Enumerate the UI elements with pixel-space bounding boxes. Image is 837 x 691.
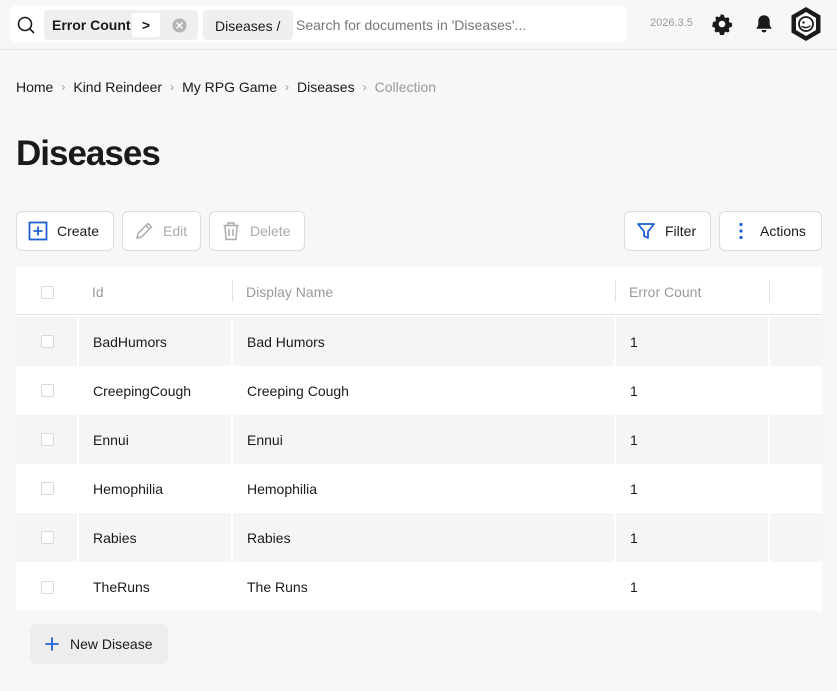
breadcrumb: Home › Kind Reindeer › My RPG Game › Dis… — [16, 78, 436, 96]
collection-chip-label: Diseases / — [215, 18, 281, 34]
cell-display-name: Hemophilia — [247, 481, 318, 497]
delete-button[interactable]: Delete — [209, 211, 305, 251]
filter-chip[interactable]: Error Count > — [44, 10, 198, 40]
row-checkbox[interactable] — [41, 482, 54, 495]
chevron-right-icon: › — [362, 80, 367, 94]
table-row[interactable]: Ennui Ennui 1 — [16, 415, 822, 464]
cell-error-count: 1 — [630, 579, 638, 595]
cell-id: Rabies — [93, 530, 137, 546]
avatar-icon[interactable] — [789, 6, 823, 42]
search-bar[interactable]: Error Count > Diseases / — [10, 6, 626, 42]
row-checkbox[interactable] — [41, 384, 54, 397]
actions-button[interactable]: Actions — [719, 211, 822, 251]
edit-button[interactable]: Edit — [122, 211, 201, 251]
cell-display-name: The Runs — [247, 579, 308, 595]
breadcrumb-home[interactable]: Home — [16, 79, 53, 95]
row-checkbox[interactable] — [41, 531, 54, 544]
breadcrumb-game[interactable]: My RPG Game — [182, 79, 277, 95]
filter-icon — [637, 223, 655, 239]
select-all-checkbox[interactable] — [41, 286, 54, 299]
column-divider[interactable] — [615, 280, 616, 302]
cell-error-count: 1 — [630, 530, 638, 546]
filter-field-label: Error Count — [52, 17, 131, 33]
cell-display-name: Rabies — [247, 530, 291, 546]
table-row[interactable]: Hemophilia Hemophilia 1 — [16, 464, 822, 513]
cell-error-count: 1 — [630, 383, 638, 399]
cell-id: Ennui — [93, 432, 129, 448]
row-checkbox[interactable] — [41, 433, 54, 446]
breadcrumb-collection[interactable]: Diseases — [297, 79, 355, 95]
clear-filter-icon[interactable] — [172, 18, 187, 33]
filter-operator[interactable]: > — [132, 13, 160, 37]
cell-id: BadHumors — [93, 334, 167, 350]
edit-label: Edit — [163, 223, 188, 239]
pencil-icon — [136, 222, 153, 239]
new-disease-button[interactable]: New Disease — [30, 624, 168, 664]
documents-table: Id Display Name Error Count BadHumors Ba… — [16, 267, 822, 567]
cell-display-name: Creeping Cough — [247, 383, 349, 399]
search-icon[interactable] — [16, 15, 36, 35]
column-header-display-name[interactable]: Display Name — [246, 284, 333, 300]
bell-icon[interactable] — [753, 13, 775, 35]
add-box-icon — [28, 221, 48, 241]
table-row[interactable]: Rabies Rabies 1 — [16, 513, 822, 562]
version-label: 2026.3.5 — [650, 17, 693, 29]
filter-label: Filter — [665, 223, 697, 239]
cell-error-count: 1 — [630, 481, 638, 497]
filter-button[interactable]: Filter — [624, 211, 711, 251]
table-row[interactable]: BadHumors Bad Humors 1 — [16, 317, 822, 366]
chevron-right-icon: › — [170, 80, 175, 94]
actions-label: Actions — [760, 223, 806, 239]
trash-icon — [223, 222, 239, 241]
more-vertical-icon — [739, 222, 743, 240]
search-input[interactable] — [296, 10, 621, 40]
breadcrumb-current: Collection — [374, 79, 437, 95]
row-checkbox[interactable] — [41, 335, 54, 348]
row-checkbox[interactable] — [41, 581, 54, 594]
create-button[interactable]: Create — [16, 211, 114, 251]
delete-label: Delete — [250, 223, 291, 239]
settings-icon[interactable] — [711, 13, 733, 35]
collection-chip[interactable]: Diseases / — [203, 10, 293, 40]
plus-icon — [45, 637, 59, 651]
cell-display-name: Ennui — [247, 432, 283, 448]
chevron-right-icon: › — [61, 80, 66, 94]
column-header-id[interactable]: Id — [92, 284, 104, 300]
column-divider[interactable] — [769, 280, 770, 302]
cell-display-name: Bad Humors — [247, 334, 325, 350]
create-label: Create — [57, 223, 100, 239]
column-header-error-count[interactable]: Error Count — [629, 284, 701, 300]
column-divider[interactable] — [232, 280, 233, 302]
cell-error-count: 1 — [630, 334, 638, 350]
table-row[interactable]: CreepingCough Creeping Cough 1 — [16, 366, 822, 415]
page-title: Diseases — [16, 134, 161, 173]
top-bar: Error Count > Diseases / 2026.3.5 — [0, 0, 837, 50]
table-row[interactable]: TheRuns The Runs 1 — [16, 562, 822, 611]
cell-error-count: 1 — [630, 432, 638, 448]
table-header: Id Display Name Error Count — [16, 267, 822, 315]
new-disease-label: New Disease — [70, 636, 153, 652]
breadcrumb-project[interactable]: Kind Reindeer — [73, 79, 162, 95]
cell-id: Hemophilia — [93, 481, 164, 497]
chevron-right-icon: › — [285, 80, 289, 94]
cell-id: CreepingCough — [93, 383, 192, 399]
cell-id: TheRuns — [93, 579, 150, 595]
